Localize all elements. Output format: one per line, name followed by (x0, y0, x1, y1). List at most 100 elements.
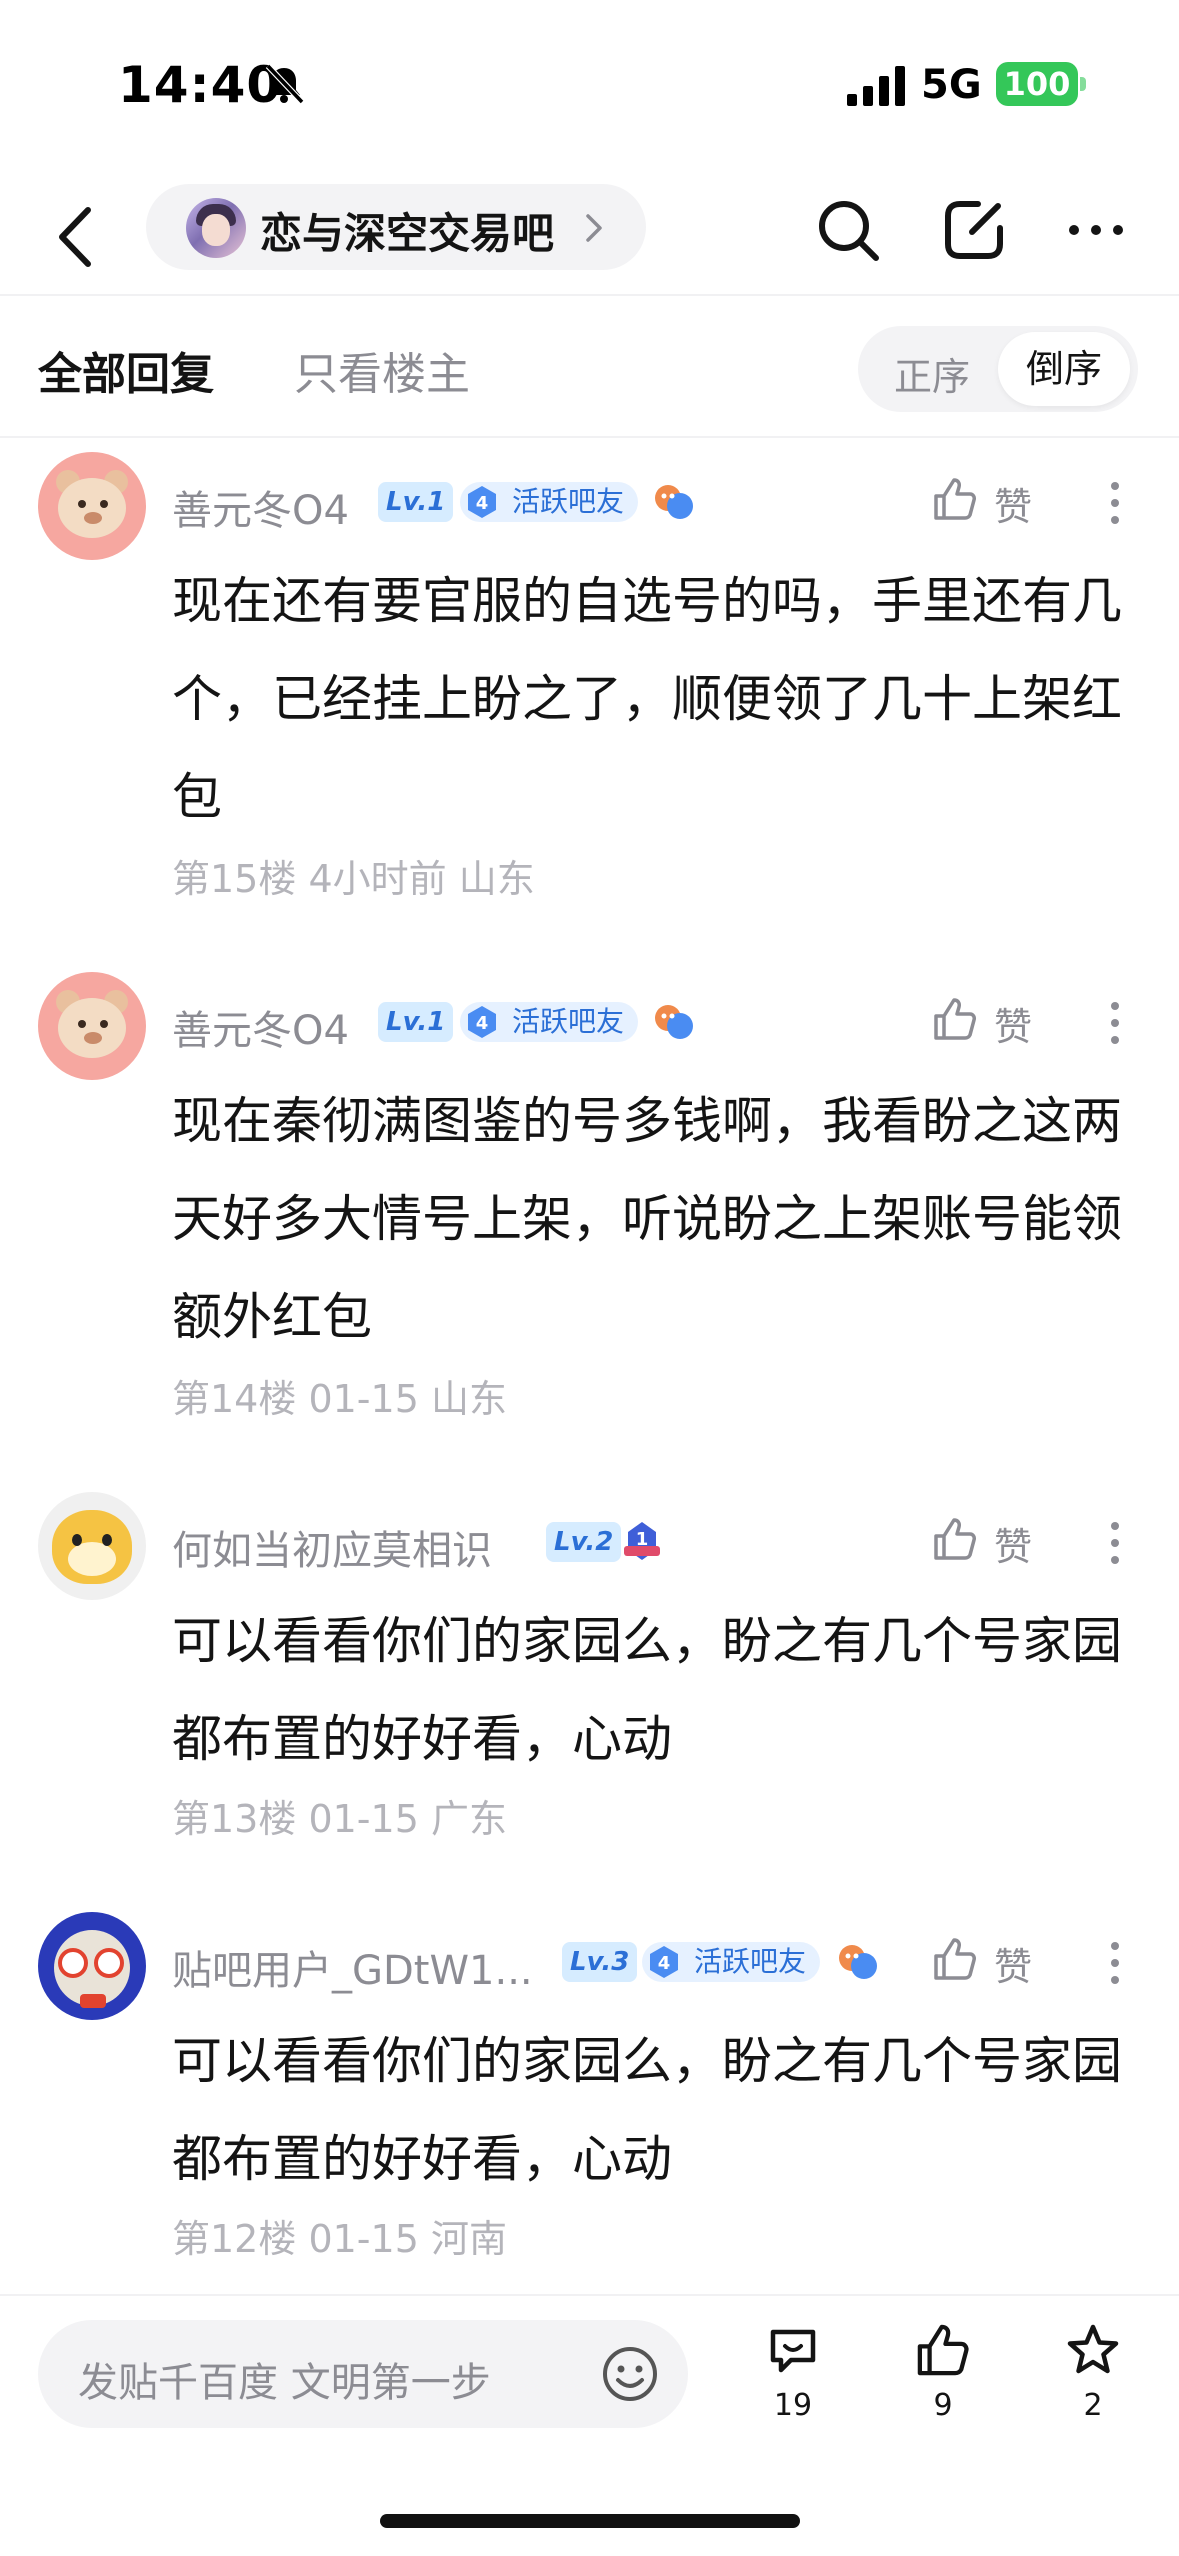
search-icon[interactable] (812, 194, 884, 266)
floor-number: 第13楼 (172, 1797, 297, 1841)
comment-icon (770, 2329, 816, 2373)
svg-text:4: 4 (658, 1953, 671, 1974)
rank-badge-icon: 1 (624, 1522, 660, 1560)
more-vertical-icon[interactable] (1100, 1938, 1130, 1988)
network-type: 5G (921, 62, 982, 108)
reply-content: 可以看看你们的家园么，盼之有几个号家园都布置的好好看，心动 (172, 1612, 1122, 1768)
level-badge: Lv.1 (378, 1002, 454, 1042)
user-avatar[interactable] (38, 972, 146, 1080)
username[interactable]: 善元冬O4 (172, 998, 349, 1056)
more-icon[interactable] (1066, 210, 1126, 250)
reply-content: 现在还有要官服的自选号的吗，手里还有几个，已经挂上盼之了，顺便领了几十上架红包 (172, 572, 1122, 826)
comment-count: 19 (773, 2388, 813, 2423)
svg-text:4: 4 (476, 1013, 489, 1034)
post-location: 广东 (430, 1797, 507, 1841)
home-indicator (380, 2514, 800, 2528)
thumbs-up-icon (917, 2324, 969, 2376)
active-member-badge: 4 活跃吧友 (642, 1942, 821, 1982)
battery-tip (1080, 77, 1086, 91)
like-button[interactable]: 赞 (932, 1512, 1052, 1569)
user-avatar[interactable] (38, 452, 146, 560)
thumbs-up-icon (934, 998, 976, 1040)
like-button[interactable]: 赞 (932, 472, 1052, 529)
status-time: 14:40 (118, 56, 283, 114)
svg-text:1: 1 (636, 1529, 649, 1550)
forum-name: 恋与深空交易吧 (260, 209, 555, 258)
like-label: 赞 (994, 1945, 1033, 1989)
favorite-button[interactable]: 2 (1048, 2322, 1138, 2432)
post-time: 01-15 (308, 1377, 419, 1421)
user-avatar[interactable] (38, 1912, 146, 2020)
chevron-right-icon (586, 214, 602, 242)
floor-number: 第15楼 (172, 857, 297, 901)
active-member-label: 活跃吧友 (512, 1005, 625, 1038)
tab-only-op[interactable]: 只看楼主 (294, 338, 470, 402)
reply-filter-bar: 全部回复 只看楼主 正序 倒序 (0, 296, 1179, 436)
favorite-count: 2 (1083, 2388, 1103, 2423)
more-vertical-icon[interactable] (1100, 998, 1130, 1048)
active-member-label: 活跃吧友 (512, 485, 625, 518)
username[interactable]: 贴吧用户_GDtW1... (172, 1938, 533, 1996)
post-location: 山东 (458, 857, 535, 901)
level-badge: Lv.1 (378, 482, 454, 522)
hearts-emoji-icon (655, 485, 693, 519)
like-button[interactable]: 赞 (932, 1932, 1052, 1989)
floor-number: 第12楼 (172, 2217, 297, 2261)
reply-content: 可以看看你们的家园么，盼之有几个号家园都布置的好好看，心动 (172, 2032, 1122, 2188)
thumbs-up-icon (934, 1518, 976, 1560)
active-member-label: 活跃吧友 (694, 1945, 807, 1978)
like-label: 赞 (994, 1005, 1033, 1049)
more-vertical-icon[interactable] (1100, 1518, 1130, 1568)
level-badge: Lv.3 (562, 1942, 638, 1982)
post-time: 01-15 (308, 1797, 419, 1841)
level-badge: Lv.2 (546, 1522, 622, 1562)
forum-avatar (186, 198, 246, 258)
top-nav: 恋与深空交易吧 (0, 180, 1179, 294)
reply-meta: 第13楼 01-15 广东 (172, 1788, 507, 1843)
hearts-emoji-icon (839, 1945, 877, 1979)
floor-number: 第14楼 (172, 1377, 297, 1421)
reply-item: 贴吧用户_GDtW1... Lv.3 4 活跃吧友 赞 可以看看你们的家园么，盼… (0, 1912, 1179, 2292)
hearts-emoji-icon (655, 1005, 693, 1039)
svg-text:4: 4 (476, 493, 489, 514)
bell-muted-icon (265, 63, 305, 105)
like-label: 赞 (994, 485, 1033, 529)
reply-meta: 第12楼 01-15 河南 (172, 2208, 507, 2263)
username[interactable]: 何如当初应莫相识 (172, 1518, 492, 1576)
compose-input[interactable]: 发贴千百度 文明第一步 (38, 2320, 688, 2428)
reply-meta: 第14楼 01-15 山东 (172, 1368, 507, 1423)
username[interactable]: 善元冬O4 (172, 478, 349, 536)
thread-like-button[interactable]: 9 (898, 2322, 988, 2432)
more-vertical-icon[interactable] (1100, 478, 1130, 528)
post-location: 河南 (430, 2217, 507, 2261)
post-time: 4小时前 (308, 857, 447, 901)
battery-indicator: 100 (996, 62, 1078, 106)
reply-content: 现在秦彻满图鉴的号多钱啊，我看盼之这两天好多大情号上架，听说盼之上架账号能领额外… (172, 1092, 1122, 1346)
diamond-icon: 4 (468, 486, 496, 518)
divider (0, 2294, 1179, 2296)
thumbs-up-icon (934, 478, 976, 520)
forum-link[interactable]: 恋与深空交易吧 (146, 184, 646, 270)
sort-descending-button[interactable]: 倒序 (998, 332, 1130, 406)
active-member-badge: 4 活跃吧友 (460, 482, 639, 522)
active-member-badge: 4 活跃吧友 (460, 1002, 639, 1042)
divider (0, 436, 1179, 438)
user-avatar[interactable] (38, 1492, 146, 1600)
like-count: 9 (933, 2388, 953, 2423)
compose-placeholder: 发贴千百度 文明第一步 (78, 2360, 491, 2406)
cellular-signal-icon (847, 66, 905, 106)
edit-icon[interactable] (938, 194, 1010, 266)
sort-ascending-button[interactable]: 正序 (894, 346, 970, 401)
like-label: 赞 (994, 1525, 1033, 1569)
tab-all-replies[interactable]: 全部回复 (38, 338, 214, 402)
sort-toggle: 正序 倒序 (858, 326, 1138, 412)
post-location: 山东 (430, 1377, 507, 1421)
like-button[interactable]: 赞 (932, 992, 1052, 1049)
back-icon[interactable] (52, 202, 102, 272)
reply-item: 善元冬O4 Lv.1 4 活跃吧友 赞 现在还有要官服的自选号的吗，手里还有几个… (0, 452, 1179, 922)
comment-button[interactable]: 19 (748, 2322, 838, 2432)
diamond-icon: 4 (468, 1006, 496, 1038)
reply-item: 善元冬O4 Lv.1 4 活跃吧友 赞 现在秦彻满图鉴的号多钱啊，我看盼之这两天… (0, 972, 1179, 1442)
diamond-icon: 4 (650, 1946, 678, 1978)
emoji-icon[interactable] (600, 2344, 660, 2404)
